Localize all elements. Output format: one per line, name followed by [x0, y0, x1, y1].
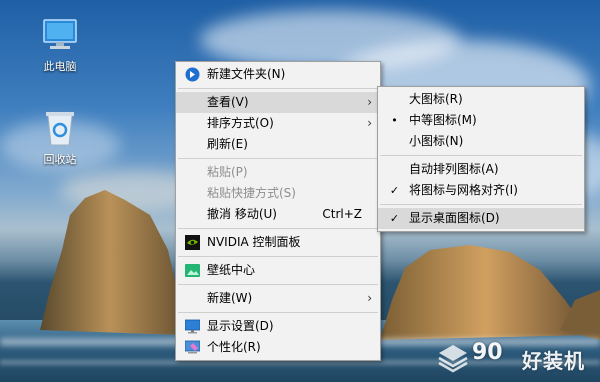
menu-separator	[178, 158, 378, 159]
menu-separator	[178, 284, 378, 285]
chevron-right-icon: ›	[367, 95, 372, 109]
menu-item-label: 显示桌面图标(D)	[409, 211, 500, 225]
menu-item-label: 新建(W)	[207, 291, 253, 305]
chevron-right-icon: ›	[367, 291, 372, 305]
menu-item-auto-arrange[interactable]: 自动排列图标(A)	[378, 159, 584, 180]
menu-item-small-icons[interactable]: 小图标(N)	[378, 131, 584, 152]
menu-item-label: 查看(V)	[207, 95, 249, 109]
checkmark-icon: ✓	[389, 184, 400, 197]
menu-item-new[interactable]: 新建(W) ›	[176, 288, 380, 309]
menu-item-align-to-grid[interactable]: ✓ 将图标与网格对齐(I)	[378, 180, 584, 201]
personalize-icon	[185, 340, 200, 354]
menu-item-view[interactable]: 查看(V) ›	[176, 92, 380, 113]
recycle-bin-icon	[46, 112, 74, 146]
menu-item-label: 粘贴(P)	[207, 165, 248, 179]
menu-item-undo-move[interactable]: 撤消 移动(U) Ctrl+Z	[176, 204, 380, 225]
wallpaper-center-icon	[185, 264, 200, 277]
menu-item-label: 中等图标(M)	[409, 113, 477, 127]
watermark: 90 好装机	[434, 339, 600, 377]
display-settings-icon	[185, 319, 200, 334]
chevron-right-icon: ›	[367, 116, 372, 130]
checkmark-icon: ✓	[389, 212, 400, 225]
menu-item-new-folder[interactable]: 新建文件夹(N)	[176, 64, 380, 85]
desktop-icon-recycle-bin[interactable]: 回收站	[30, 107, 90, 167]
menu-item-label: 个性化(R)	[207, 340, 261, 354]
menu-separator	[178, 228, 378, 229]
menu-item-label: 小图标(N)	[409, 134, 464, 148]
watermark-text: 好装机	[522, 349, 585, 373]
menu-item-shortcut: Ctrl+Z	[322, 207, 362, 221]
menu-item-label: 大图标(R)	[409, 92, 463, 106]
menu-item-label: 将图标与网格对齐(I)	[409, 183, 518, 197]
menu-separator	[380, 204, 582, 205]
menu-item-paste[interactable]: 粘贴(P)	[176, 162, 380, 183]
menu-item-display-settings[interactable]: 显示设置(D)	[176, 316, 380, 337]
computer-icon	[43, 19, 77, 49]
layers-icon	[438, 345, 468, 373]
desktop-icon-label: 此电脑	[43, 60, 77, 73]
menu-item-sort-by[interactable]: 排序方式(O) ›	[176, 113, 380, 134]
menu-item-nvidia-control-panel[interactable]: NVIDIA 控制面板	[176, 232, 380, 253]
menu-separator	[380, 155, 582, 156]
menu-item-show-desktop-icons[interactable]: ✓ 显示桌面图标(D)	[378, 208, 584, 229]
desktop-icon-this-pc[interactable]: 此电脑	[30, 14, 90, 74]
menu-item-label: 粘贴快捷方式(S)	[207, 186, 296, 200]
menu-separator	[178, 312, 378, 313]
menu-item-label: 排序方式(O)	[207, 116, 274, 130]
radio-bullet-icon: •	[391, 114, 398, 127]
menu-item-wallpaper-center[interactable]: 壁纸中心	[176, 260, 380, 281]
menu-separator	[178, 256, 378, 257]
menu-item-paste-shortcut[interactable]: 粘贴快捷方式(S)	[176, 183, 380, 204]
menu-separator	[178, 88, 378, 89]
menu-item-label: 撤消 移动(U)	[207, 207, 277, 221]
menu-item-refresh[interactable]: 刷新(E)	[176, 134, 380, 155]
nvidia-icon	[185, 235, 200, 250]
menu-item-medium-icons[interactable]: • 中等图标(M)	[378, 110, 584, 131]
menu-item-label: 刷新(E)	[207, 137, 248, 151]
menu-item-label: 自动排列图标(A)	[409, 162, 499, 176]
watermark-number: 90	[472, 340, 503, 365]
view-submenu: 大图标(R) • 中等图标(M) 小图标(N) 自动排列图标(A) ✓ 将图标与…	[377, 86, 585, 232]
menu-item-label: 新建文件夹(N)	[207, 67, 286, 81]
menu-item-label: NVIDIA 控制面板	[207, 235, 301, 249]
menu-item-large-icons[interactable]: 大图标(R)	[378, 89, 584, 110]
desktop-icon-label: 回收站	[43, 153, 77, 166]
new-folder-icon	[185, 67, 200, 82]
desktop-context-menu: 新建文件夹(N) 查看(V) › 排序方式(O) › 刷新(E) 粘贴(P) 粘…	[175, 61, 381, 361]
menu-item-personalize[interactable]: 个性化(R)	[176, 337, 380, 358]
menu-item-label: 壁纸中心	[207, 263, 256, 277]
menu-item-label: 显示设置(D)	[207, 319, 274, 333]
